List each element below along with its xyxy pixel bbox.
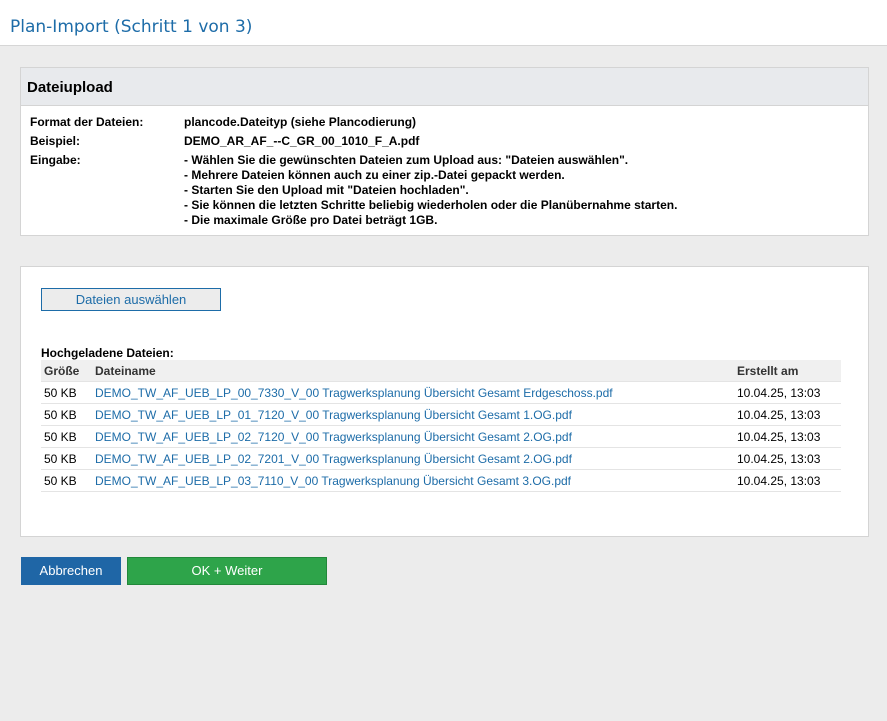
file-size: 50 KB [41,447,92,470]
file-size: 50 KB [41,403,92,426]
column-header-created: Erstellt am [734,360,841,382]
column-header-size: Größe [41,360,92,382]
file-size: 50 KB [41,425,92,448]
file-created: 10.04.25, 13:03 [734,469,841,492]
upload-info-panel: Dateiupload Format der Dateien: plancode… [20,67,869,236]
file-created: 10.04.25, 13:03 [734,447,841,470]
file-name-link[interactable]: DEMO_TW_AF_UEB_LP_00_7330_V_00 Tragwerks… [95,386,613,400]
file-created: 10.04.25, 13:03 [734,403,841,426]
file-name-link[interactable]: DEMO_TW_AF_UEB_LP_02_7201_V_00 Tragwerks… [95,452,572,466]
uploaded-files-title: Hochgeladene Dateien: [41,346,174,360]
panel-title: Dateiupload [27,79,113,96]
file-size: 50 KB [41,469,92,492]
table-row: 50 KB DEMO_TW_AF_UEB_LP_00_7330_V_00 Tra… [41,381,841,404]
file-created: 10.04.25, 13:03 [734,381,841,404]
file-name-link[interactable]: DEMO_TW_AF_UEB_LP_02_7120_V_00 Tragwerks… [95,430,572,444]
file-name-link[interactable]: DEMO_TW_AF_UEB_LP_01_7120_V_00 Tragwerks… [95,408,572,422]
info-value: plancode.Dateityp (siehe Plancodierung) [184,115,417,129]
file-size: 50 KB [41,381,92,404]
instruction-line: - Die maximale Größe pro Datei beträgt 1… [184,213,438,227]
page-title: Plan-Import (Schritt 1 von 3) [10,17,253,37]
input-instructions: - Wählen Sie die gewünschten Dateien zum… [184,153,677,228]
table-row: 50 KB DEMO_TW_AF_UEB_LP_03_7110_V_00 Tra… [41,469,841,492]
file-created: 10.04.25, 13:03 [734,425,841,448]
cancel-button[interactable]: Abbrechen [21,557,121,585]
info-label: Beispiel: [30,134,81,148]
info-label: Format der Dateien: [30,115,144,129]
panel-header: Dateiupload [21,68,868,106]
table-row: 50 KB DEMO_TW_AF_UEB_LP_02_7120_V_00 Tra… [41,425,841,448]
table-row: 50 KB DEMO_TW_AF_UEB_LP_01_7120_V_00 Tra… [41,403,841,426]
instruction-line: - Sie können die letzten Schritte belieb… [184,198,678,212]
file-name-link[interactable]: DEMO_TW_AF_UEB_LP_03_7110_V_00 Tragwerks… [95,474,571,488]
instruction-line: - Wählen Sie die gewünschten Dateien zum… [184,153,629,167]
header-bar: Plan-Import (Schritt 1 von 3) [0,0,887,46]
select-files-button[interactable]: Dateien auswählen [41,288,221,311]
info-label: Eingabe: [30,153,81,167]
instruction-line: - Mehrere Dateien können auch zu einer z… [184,168,565,182]
ok-next-button[interactable]: OK + Weiter [127,557,327,585]
column-header-name: Dateiname [92,360,734,382]
files-panel: Dateien auswählen Hochgeladene Dateien: … [20,266,869,537]
info-value: DEMO_AR_AF_--C_GR_00_1010_F_A.pdf [184,134,420,148]
instruction-line: - Starten Sie den Upload mit "Dateien ho… [184,183,469,197]
table-row: 50 KB DEMO_TW_AF_UEB_LP_02_7201_V_00 Tra… [41,447,841,470]
uploaded-files-table: Größe Dateiname Erstellt am 50 KB DEMO_T… [41,360,841,492]
table-header-row: Größe Dateiname Erstellt am [41,360,841,382]
